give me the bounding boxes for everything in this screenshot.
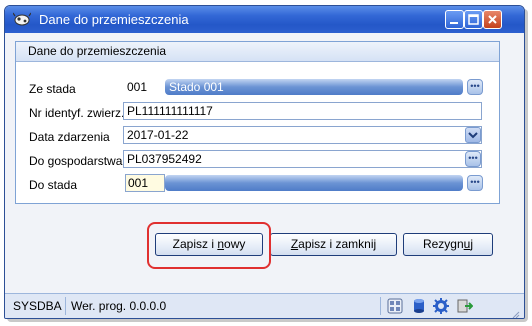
nr-identyf-label: Nr identyf. zwierz.: [29, 106, 125, 120]
calculator-icon[interactable]: [387, 298, 403, 314]
do-gospodarstwa-value: PL037952492: [127, 152, 202, 166]
window-title: Dane do przemieszczenia: [39, 12, 189, 27]
do-stada-name-bar: [165, 175, 463, 191]
nr-identyf-input[interactable]: PL111111111117: [123, 102, 482, 120]
do-stada-code-input[interactable]: 001: [125, 174, 165, 192]
data-zdarzenia-label: Data zdarzenia: [29, 130, 110, 144]
ze-stada-name-bar: Stado 001: [165, 79, 463, 95]
maximize-button[interactable]: [464, 10, 483, 29]
cancel-label-b: j: [470, 237, 474, 251]
maximize-icon: [468, 14, 479, 25]
date-dropdown-button[interactable]: [465, 127, 481, 143]
resize-grip-icon: [512, 311, 520, 318]
app-cow-icon: [13, 12, 31, 26]
save-and-close-button[interactable]: Zapisz i zamknij: [270, 233, 397, 256]
ze-stada-field[interactable]: 001 Stado 001 •••: [125, 78, 483, 96]
ellipsis-icon: •••: [470, 177, 480, 187]
status-version: Wer. prog. 0.0.0.0: [71, 299, 167, 313]
data-zdarzenia-value: 2017-01-22: [127, 128, 189, 142]
exit-icon[interactable]: [457, 298, 473, 314]
cancel-button[interactable]: Rezygnuj: [403, 233, 493, 256]
ellipsis-icon: •••: [470, 81, 480, 91]
status-separator: [65, 297, 66, 315]
status-user: SYSDBA: [13, 299, 62, 313]
resize-grip[interactable]: [512, 308, 520, 318]
status-separator: [380, 297, 381, 315]
settings-gear-icon[interactable]: [433, 298, 449, 314]
title-bar[interactable]: Dane do przemieszczenia: [5, 6, 524, 33]
do-gospodarstwa-lookup-button[interactable]: •••: [465, 151, 481, 167]
ze-stada-lookup-button[interactable]: •••: [467, 79, 483, 95]
ze-stada-code: 001: [127, 80, 148, 94]
do-stada-lookup-button[interactable]: •••: [467, 175, 483, 191]
panel-header: Dane do przemieszczenia: [16, 42, 499, 62]
database-icon[interactable]: [411, 298, 427, 314]
ze-stada-name: Stado 001: [169, 80, 224, 94]
data-zdarzenia-combo[interactable]: 2017-01-22: [123, 126, 482, 144]
highlight-annotation: [147, 222, 271, 269]
do-gospodarstwa-label: Do gospodarstwa: [29, 154, 123, 168]
do-stada-label: Do stada: [29, 178, 78, 192]
minimize-button[interactable]: [445, 10, 464, 29]
dialog-window: Dane do przemieszczenia Dane do przemies…: [4, 5, 525, 319]
form-panel: Dane do przemieszczenia Ze stada 001 Sta…: [15, 41, 500, 204]
do-gospodarstwa-field[interactable]: PL037952492 •••: [123, 150, 482, 168]
do-stada-field[interactable]: 001 •••: [125, 174, 483, 192]
close-button[interactable]: [483, 10, 502, 29]
close-icon: [488, 15, 497, 24]
save-and-close-label-b: apisz i zamknij: [298, 237, 377, 251]
chevron-down-icon: [468, 132, 478, 139]
do-stada-code: 001: [128, 176, 149, 190]
cancel-label-a: Rezygn: [422, 237, 464, 251]
ze-stada-label: Ze stada: [29, 82, 76, 96]
minimize-icon: [450, 22, 458, 24]
status-bar: SYSDBA Wer. prog. 0.0.0.0: [5, 293, 524, 318]
ellipsis-icon: •••: [468, 153, 478, 163]
